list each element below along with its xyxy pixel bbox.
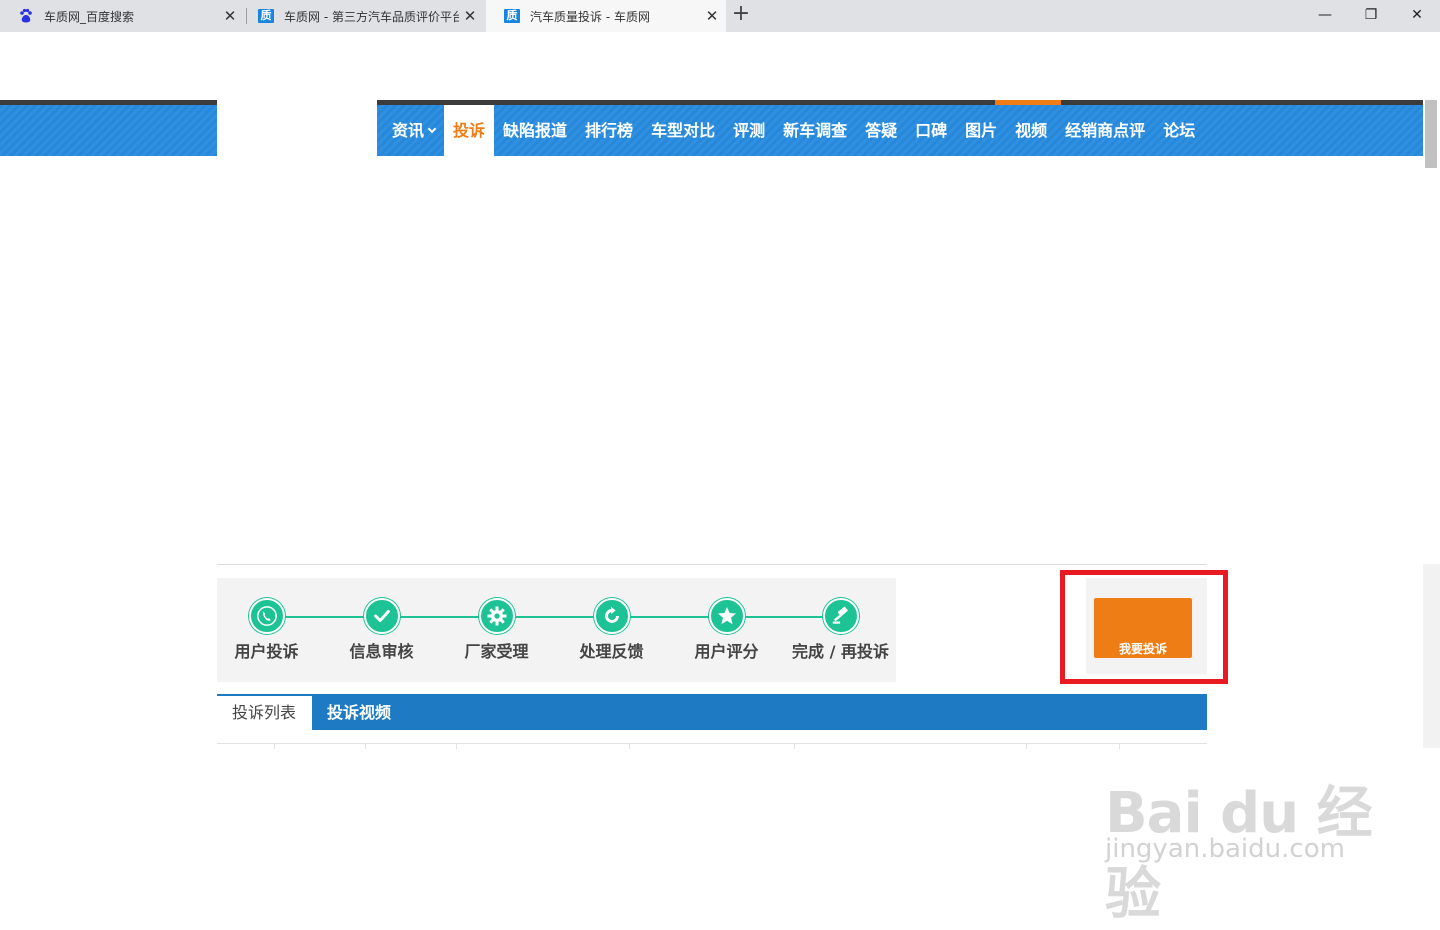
nav-item-forum[interactable]: 论坛 — [1154, 105, 1204, 156]
nav-item-dealer-reviews[interactable]: 经销商点评 — [1056, 105, 1154, 156]
restore-button[interactable]: ❐ — [1348, 0, 1394, 32]
nav-bar-left — [0, 105, 217, 156]
complaint-list-tabs: 投诉列表 投诉视频 — [217, 694, 1207, 730]
close-tab-icon[interactable]: ✕ — [222, 8, 238, 24]
section-divider — [217, 564, 1207, 565]
nav-item-complaints[interactable]: 投诉 — [444, 105, 495, 156]
phone-icon — [248, 598, 285, 634]
tab-complaint-list[interactable]: 投诉列表 — [217, 694, 312, 730]
gavel-icon — [822, 598, 859, 634]
table-column-divider — [629, 743, 630, 749]
nav-item-reviews[interactable]: 评测 — [724, 105, 774, 156]
zhi-icon: 质 — [504, 8, 520, 24]
main-nav: 资讯 投诉 缺陷报道 排行榜 车型对比 评测 新车调查 答疑 口碑 图片 视频 … — [377, 105, 1204, 156]
complaint-process-steps: 用户投诉 信息审核 厂家受理 处理反馈 用户评分 完成 / 再投诉 — [217, 578, 896, 682]
process-step: 完成 / 再投诉 — [783, 598, 898, 662]
baidu-jingyan-watermark: Bai du 经验 jingyan.baidu.com — [1105, 748, 1385, 927]
watermark-url: jingyan.baidu.com — [1105, 834, 1345, 864]
nav-item-new-car-survey[interactable]: 新车调查 — [774, 105, 856, 156]
process-step: 用户评分 — [669, 598, 784, 662]
checkmark-icon — [363, 598, 400, 634]
process-step: 信息审核 — [324, 598, 439, 662]
tab-title: 车质网_百度搜索 — [44, 9, 135, 24]
new-tab-button[interactable]: + — [730, 3, 752, 26]
tab-complaint-videos[interactable]: 投诉视频 — [312, 694, 406, 730]
minimize-button[interactable]: — — [1302, 0, 1348, 32]
zhi-icon: 质 — [258, 8, 274, 24]
nav-item-qa[interactable]: 答疑 — [856, 105, 906, 156]
highlight-annotation-box — [1060, 570, 1228, 684]
nav-item-word-of-mouth[interactable]: 口碑 — [906, 105, 956, 156]
star-icon — [708, 598, 745, 634]
nav-item-news[interactable]: 资讯 — [377, 105, 444, 156]
table-column-divider — [274, 743, 275, 749]
nav-item-photos[interactable]: 图片 — [956, 105, 1006, 156]
browser-tab-bar: 车质网_百度搜索 ✕ 质 车质网 - 第三方汽车品质评价平台 ✕ 质 汽车质量投… — [0, 0, 1440, 32]
table-column-divider — [1026, 743, 1027, 749]
scrollbar-thumb[interactable] — [1425, 100, 1437, 168]
close-tab-icon[interactable]: ✕ — [462, 8, 478, 24]
nav-item-videos[interactable]: 视频 — [1006, 105, 1056, 156]
nav-item-rankings[interactable]: 排行榜 — [576, 105, 642, 156]
side-panel-strip — [1423, 564, 1440, 748]
table-column-divider — [365, 743, 366, 749]
browser-tab-complaints[interactable]: 质 汽车质量投诉 - 车质网 ✕ — [486, 0, 726, 32]
browser-tab-chezhiwang-home[interactable]: 质 车质网 - 第三方汽车品质评价平台 ✕ — [240, 0, 484, 32]
close-tab-icon[interactable]: ✕ — [704, 8, 720, 24]
tab-title: 车质网 - 第三方汽车品质评价平台 — [284, 9, 459, 24]
chevron-down-icon — [427, 124, 437, 134]
baidu-paw-icon — [18, 8, 34, 24]
table-column-divider — [456, 743, 457, 749]
browser-tab-baidu-search[interactable]: 车质网_百度搜索 ✕ — [0, 0, 244, 32]
page-scrollbar[interactable] — [1423, 100, 1440, 900]
table-column-divider — [794, 743, 795, 749]
process-step: 厂家受理 — [439, 598, 554, 662]
close-window-button[interactable]: ✕ — [1394, 0, 1440, 32]
nav-item-compare[interactable]: 车型对比 — [642, 105, 724, 156]
nav-item-defect-reports[interactable]: 缺陷报道 — [494, 105, 576, 156]
process-step: 处理反馈 — [554, 598, 669, 662]
tab-title: 汽车质量投诉 - 车质网 — [530, 9, 650, 24]
process-step: 用户投诉 — [209, 598, 324, 662]
refresh-icon — [593, 598, 630, 634]
gear-icon — [478, 598, 515, 634]
